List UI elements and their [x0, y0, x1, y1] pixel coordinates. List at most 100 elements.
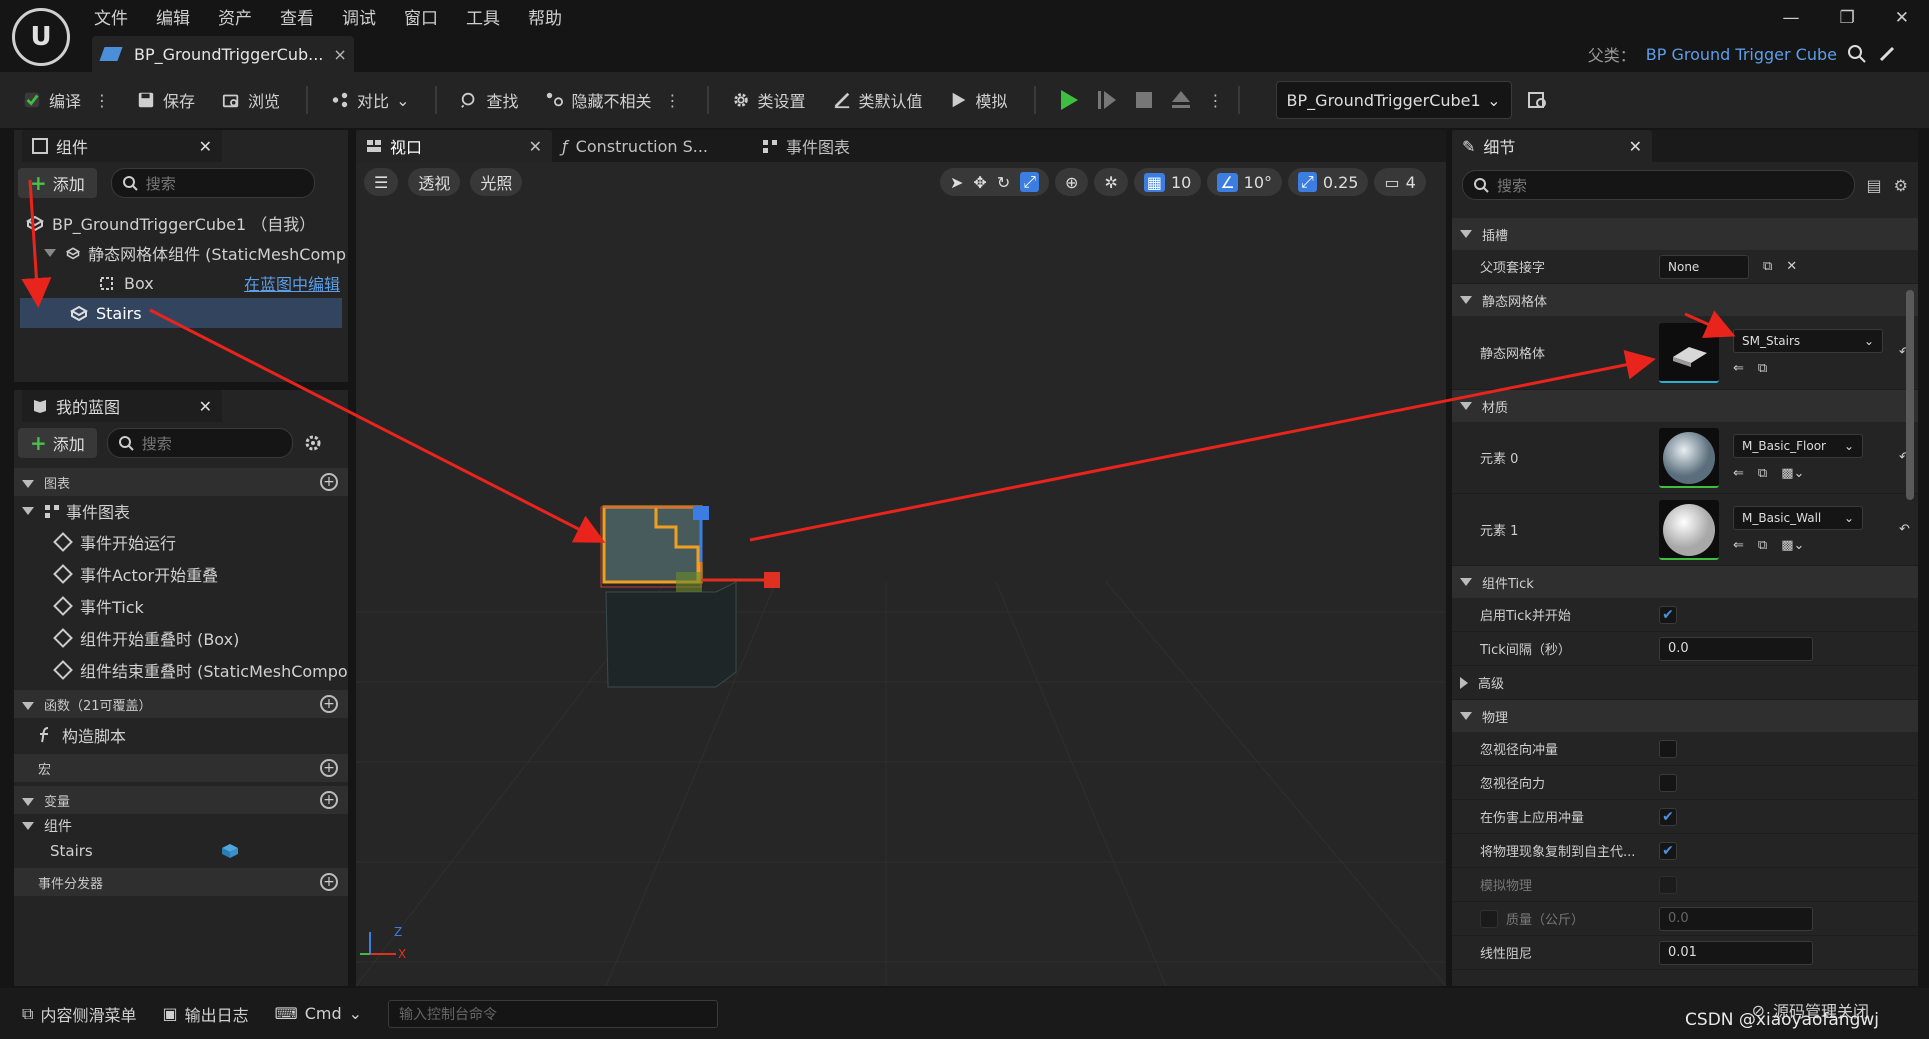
eject-icon[interactable] [1170, 89, 1192, 111]
static-mesh-section[interactable]: 静态网格体 [1452, 284, 1918, 316]
tab-event-graph[interactable]: 事件图表 [752, 130, 912, 162]
menu-asset[interactable]: 资产 [218, 4, 252, 29]
linear-damping-input[interactable]: 0.01 [1659, 940, 1813, 965]
details-scrollbar[interactable] [1906, 290, 1914, 500]
tree-row-box[interactable]: Box 在蓝图中编辑 [20, 268, 346, 298]
close-tab-icon[interactable]: × [333, 45, 346, 64]
close-window-icon[interactable]: ✕ [1895, 8, 1909, 28]
simulate-button[interactable]: 模拟 [949, 88, 1008, 112]
viewport-canvas[interactable]: Z X ☰ 透视 光照 ➤ ✥ ↻ ⤢ ⊕ ✲ ▦ 10 ∠ 10° ⤢ 0.2… [356, 162, 1446, 986]
apply-impulse-on-damage-checkbox[interactable]: ✔ [1659, 807, 1677, 826]
macros-section[interactable]: 宏 + [14, 754, 348, 782]
add-graph-icon[interactable]: + [320, 473, 338, 491]
menu-file[interactable]: 文件 [94, 4, 128, 29]
find-button[interactable]: 查找 [459, 88, 518, 112]
class-settings-button[interactable]: 类设置 [731, 88, 806, 112]
blueprint-document-tab[interactable]: BP_GroundTriggerCub... × [92, 36, 354, 72]
component-tick-section[interactable]: 组件Tick [1452, 566, 1918, 598]
mass-input[interactable]: 0.0 [1659, 906, 1813, 931]
my-blueprint-search-input[interactable]: 搜索 [106, 428, 293, 458]
components-search-input[interactable]: 搜索 [110, 168, 315, 198]
cmd-selector[interactable]: ⌨ Cmd ⌄ [275, 1004, 362, 1023]
event-graph-item[interactable]: 事件图表 [14, 496, 348, 526]
tree-row-static-mesh[interactable]: 静态网格体组件 (StaticMeshComp [20, 238, 346, 268]
rotation-snap-button[interactable]: ∠ 10° [1207, 168, 1283, 196]
menu-window[interactable]: 窗口 [404, 4, 438, 29]
use-selected-icon[interactable]: ⇐ [1733, 538, 1744, 553]
content-drawer-button[interactable]: ⧉ 内容侧滑菜单 [22, 1002, 136, 1026]
mass-override-checkbox[interactable] [1480, 909, 1498, 928]
components-group[interactable]: 组件 [14, 814, 348, 838]
add-dispatcher-icon[interactable]: + [320, 873, 338, 891]
class-defaults-button[interactable]: 类默认值 [832, 88, 923, 112]
close-icon[interactable]: ✕ [199, 397, 212, 416]
event-item[interactable]: 事件开始运行 [14, 526, 348, 558]
event-item[interactable]: 事件Tick [14, 590, 348, 622]
texture-options-icon[interactable]: ▩⌄ [1781, 538, 1804, 553]
tree-row-root[interactable]: BP_GroundTriggerCube1 （自我） [20, 208, 346, 238]
viewport-menu-button[interactable]: ☰ [364, 168, 399, 196]
add-variable-icon[interactable]: + [320, 791, 338, 809]
parent-socket-field[interactable]: None [1659, 254, 1749, 279]
grid-snap-button[interactable]: ▦ 10 [1133, 168, 1202, 196]
close-icon[interactable]: ✕ [529, 137, 542, 156]
play-icon[interactable] [1058, 89, 1080, 111]
close-icon[interactable]: ✕ [199, 137, 212, 156]
add-component-button[interactable]: + 添加 [18, 168, 97, 198]
simulate-physics-checkbox[interactable] [1659, 875, 1677, 894]
expand-arrow-icon[interactable] [44, 249, 56, 257]
clear-icon[interactable]: ✕ [1786, 259, 1797, 274]
minimize-icon[interactable]: — [1783, 8, 1800, 28]
event-item[interactable]: 事件Actor开始重叠 [14, 558, 348, 590]
scale-icon[interactable]: ⤢ [1020, 172, 1040, 192]
texture-options-icon[interactable]: ▩⌄ [1781, 466, 1804, 481]
move-icon[interactable]: ✥ [973, 173, 986, 192]
menu-edit[interactable]: 编辑 [156, 4, 190, 29]
static-mesh-picker[interactable]: SM_Stairs ⌄ [1733, 329, 1883, 353]
functions-section[interactable]: 函数（21可覆盖） + [14, 690, 348, 718]
start-with-tick-checkbox[interactable]: ✔ [1659, 605, 1677, 624]
add-function-icon[interactable]: + [320, 695, 338, 713]
advanced-row[interactable]: 高级 [1452, 666, 1918, 700]
use-selected-icon[interactable]: ⇐ [1733, 361, 1744, 376]
output-log-button[interactable]: ▣ 输出日志 [162, 1002, 248, 1026]
select-icon[interactable]: ➤ [950, 173, 963, 192]
menu-debug[interactable]: 调试 [342, 4, 376, 29]
material-0-picker[interactable]: M_Basic_Floor ⌄ [1733, 434, 1863, 458]
tick-interval-input[interactable]: 0.0 [1659, 636, 1813, 661]
more-options-icon[interactable]: ⋮ [665, 91, 681, 110]
variable-stairs[interactable]: Stairs [14, 838, 348, 864]
details-search-input[interactable]: 搜索 [1462, 170, 1855, 200]
console-command-input[interactable]: 输入控制台命令 [388, 999, 719, 1028]
construction-script-item[interactable]: 构造脚本 [14, 718, 348, 752]
socket-section[interactable]: 插槽 [1452, 218, 1918, 250]
browse-asset-icon[interactable]: ⧉ [1758, 361, 1767, 376]
physics-section[interactable]: 物理 [1452, 700, 1918, 732]
tab-my-blueprint[interactable]: 我的蓝图 ✕ [22, 390, 222, 422]
event-item[interactable]: 组件结束重叠时 (StaticMeshCompo [14, 654, 348, 686]
browse-debug-object-icon[interactable] [1526, 88, 1550, 112]
material-1-thumbnail[interactable] [1659, 499, 1719, 560]
compile-button[interactable]: 编译 ⋮ [22, 88, 110, 112]
tree-row-stairs[interactable]: Stairs [20, 298, 342, 328]
menu-view[interactable]: 查看 [280, 4, 314, 29]
step-icon[interactable] [1096, 89, 1118, 111]
edit-pencil-icon[interactable] [1877, 44, 1897, 64]
material-1-picker[interactable]: M_Basic_Wall ⌄ [1733, 506, 1863, 530]
use-selected-icon[interactable]: ⇐ [1733, 466, 1744, 481]
replicate-physics-checkbox[interactable]: ✔ [1659, 841, 1677, 860]
variables-section[interactable]: 变量 + [14, 786, 348, 814]
static-mesh-thumbnail[interactable] [1659, 322, 1719, 383]
diff-button[interactable]: 对比 ⌄ [330, 88, 409, 112]
tab-components[interactable]: 组件 ✕ [22, 130, 222, 162]
lighting-button[interactable]: 光照 [470, 168, 523, 196]
add-member-button[interactable]: + 添加 [18, 428, 97, 458]
hide-unrelated-button[interactable]: 隐藏不相关 ⋮ [544, 88, 681, 112]
surface-snap-button[interactable]: ✲ [1094, 168, 1128, 196]
parent-class-link[interactable]: BP Ground Trigger Cube [1646, 45, 1837, 64]
edit-in-blueprint-link[interactable]: 在蓝图中编辑 [244, 271, 340, 295]
unreal-logo-icon[interactable]: U [12, 8, 70, 66]
menu-tools[interactable]: 工具 [466, 4, 500, 29]
debug-object-select[interactable]: BP_GroundTriggerCube1 ⌄ [1275, 81, 1512, 119]
save-button[interactable]: 保存 [136, 88, 195, 112]
